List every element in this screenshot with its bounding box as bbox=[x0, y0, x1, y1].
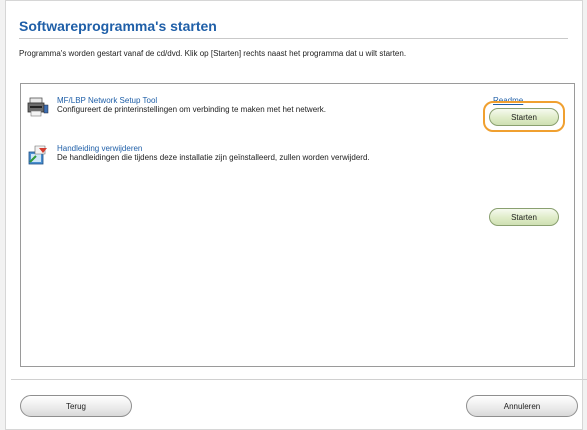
cancel-button[interactable]: Annuleren bbox=[466, 395, 578, 417]
installer-window: Softwareprogramma's starten Programma's … bbox=[5, 0, 587, 430]
start-button-remove-manuals[interactable]: Starten bbox=[489, 208, 559, 226]
page-title: Softwareprogramma's starten bbox=[19, 18, 217, 34]
back-button[interactable]: Terug bbox=[20, 395, 132, 417]
program-list-panel: MF/LBP Network Setup Tool Configureert d… bbox=[20, 83, 575, 367]
program-description: Configureert de printerinstellingen om v… bbox=[57, 105, 327, 114]
program-description: De handleidingen die tijdens deze instal… bbox=[57, 153, 370, 162]
title-divider bbox=[19, 38, 568, 39]
start-button-network-setup[interactable]: Starten bbox=[489, 108, 559, 126]
instruction-text: Programma's worden gestart vanaf de cd/d… bbox=[19, 49, 407, 58]
program-name: Handleiding verwijderen bbox=[57, 144, 143, 153]
program-name: MF/LBP Network Setup Tool bbox=[57, 96, 158, 105]
footer-divider bbox=[11, 379, 587, 380]
printer-icon bbox=[27, 96, 49, 118]
uninstall-icon bbox=[27, 144, 49, 166]
